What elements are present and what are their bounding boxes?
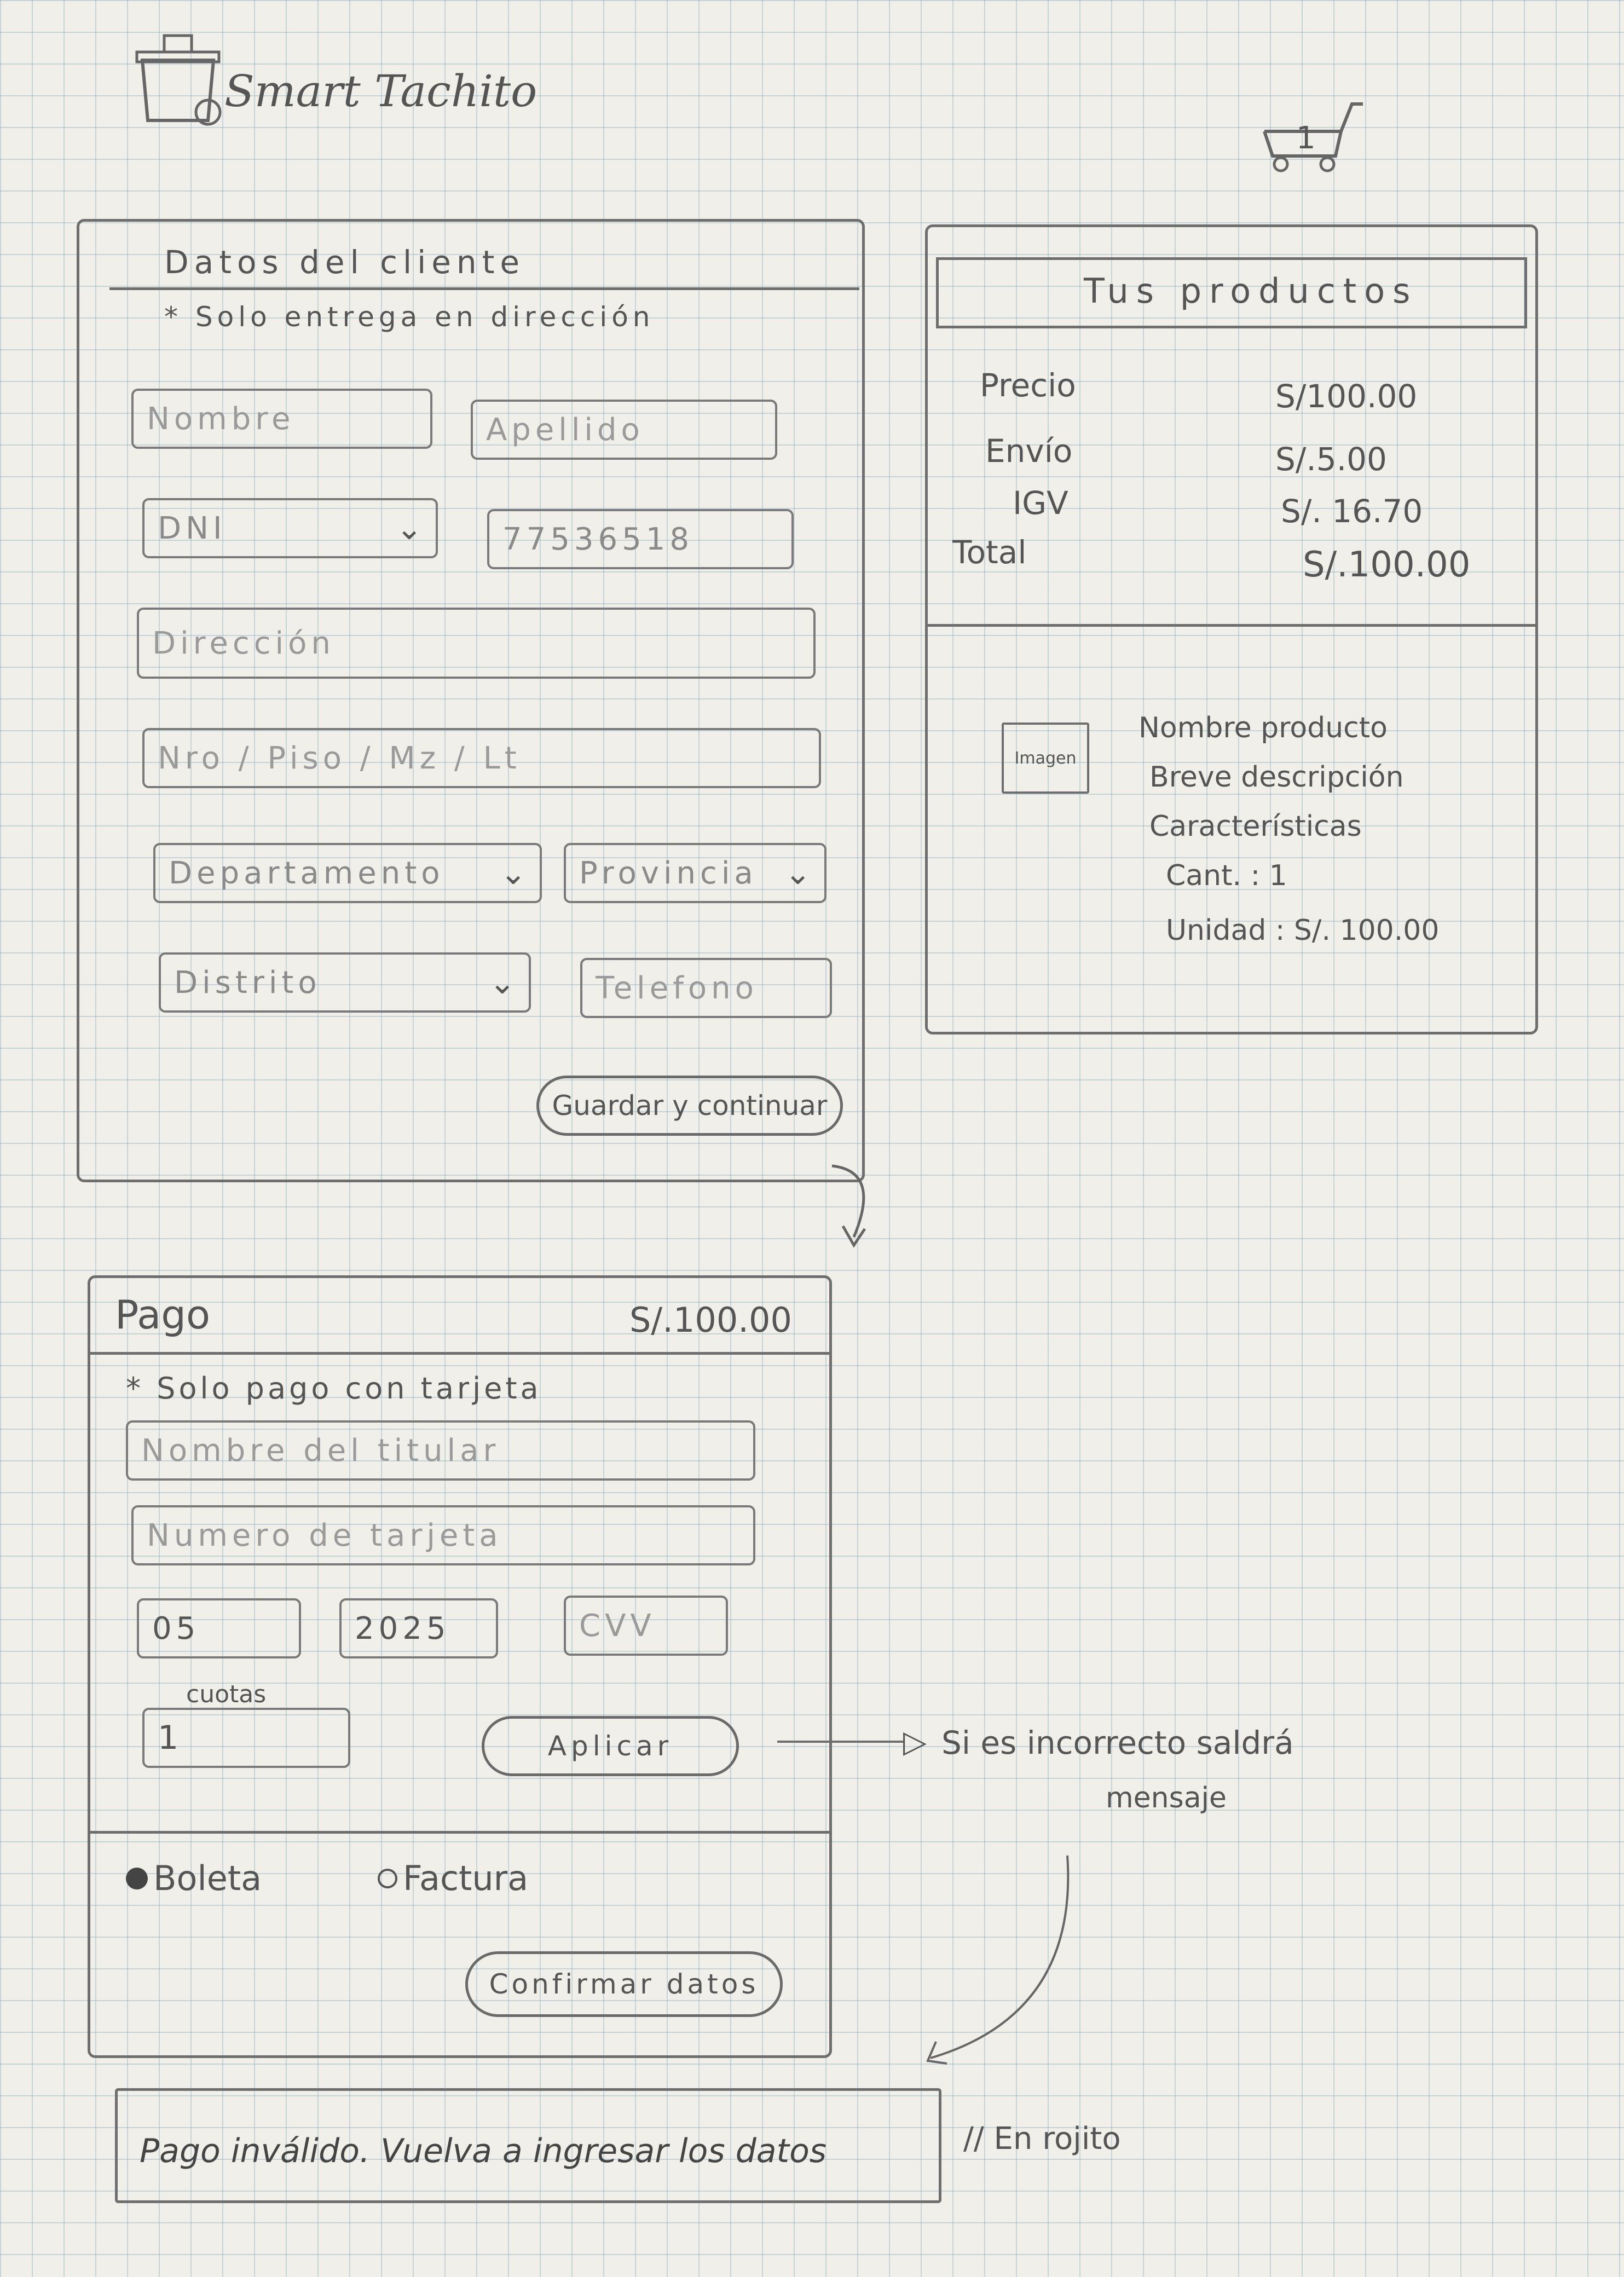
product-description: Breve descripción bbox=[1149, 761, 1404, 794]
error-message-box: Pago inválido. Vuelva a ingresar los dat… bbox=[115, 2088, 941, 2203]
app-header: Smart Tachito 1 bbox=[131, 27, 1533, 172]
document-type-select[interactable]: DNI ⌄ bbox=[142, 498, 438, 558]
card-number-input[interactable] bbox=[131, 1505, 755, 1565]
receipt-option-factura[interactable]: Factura bbox=[378, 1858, 528, 1898]
product-item[interactable]: Imagen Nombre producto Breve descripción… bbox=[1002, 712, 1527, 974]
province-select[interactable]: Provincia ⌄ bbox=[564, 843, 827, 903]
chevron-down-icon: ⌄ bbox=[396, 510, 423, 547]
address-detail-input[interactable] bbox=[142, 728, 821, 788]
document-number-input[interactable] bbox=[487, 509, 794, 569]
summary-value: S/.5.00 bbox=[1275, 441, 1387, 478]
product-name: Nombre producto bbox=[1138, 712, 1388, 744]
error-message: Pago inválido. Vuelva a ingresar los dat… bbox=[140, 2132, 827, 2170]
chevron-down-icon: ⌄ bbox=[500, 854, 527, 892]
address-input[interactable] bbox=[137, 608, 816, 679]
phone-input[interactable] bbox=[580, 958, 832, 1018]
client-section-title: Datos del cliente bbox=[164, 244, 525, 281]
receipt-option-boleta[interactable]: Boleta bbox=[126, 1858, 262, 1898]
last-name-input[interactable] bbox=[471, 400, 777, 460]
summary-value: S/. 16.70 bbox=[1281, 493, 1423, 530]
document-type-value: DNI bbox=[158, 510, 227, 546]
cvv-input[interactable] bbox=[564, 1596, 728, 1656]
payment-title: Pago bbox=[115, 1292, 211, 1338]
client-title-divider bbox=[109, 287, 859, 290]
error-color-note: // En rojito bbox=[963, 2121, 1121, 2157]
product-quantity: Cant. : 1 bbox=[1166, 859, 1287, 892]
apply-note-continued: mensaje bbox=[1106, 1782, 1227, 1814]
payment-title-divider bbox=[88, 1352, 832, 1355]
apply-note-arrow: ▷ bbox=[903, 1724, 927, 1760]
summary-value: S/100.00 bbox=[1275, 378, 1418, 415]
apply-note: Si es incorrecto saldrá bbox=[941, 1724, 1294, 1761]
card-only-note: * Solo pago con tarjeta bbox=[126, 1371, 542, 1406]
department-select[interactable]: Departamento ⌄ bbox=[153, 843, 542, 903]
product-features: Características bbox=[1149, 810, 1362, 843]
radio-selected-icon bbox=[126, 1867, 148, 1889]
installments-value: 1 bbox=[158, 1719, 183, 1757]
receipt-divider bbox=[88, 1831, 832, 1834]
product-unit-price: Unidad : S/. 100.00 bbox=[1166, 914, 1440, 947]
flow-arrow-icon bbox=[831, 1164, 866, 1248]
products-divider bbox=[925, 624, 1538, 627]
summary-label: IGV bbox=[1013, 484, 1068, 522]
radio-unselected-icon bbox=[378, 1868, 397, 1888]
receipt-option-label: Factura bbox=[403, 1858, 529, 1898]
trash-bin-logo-icon bbox=[135, 34, 222, 126]
cart-button[interactable]: 1 bbox=[1259, 93, 1368, 175]
installments-label: cuotas bbox=[186, 1680, 267, 1708]
first-name-input[interactable] bbox=[131, 389, 432, 449]
product-image: Imagen bbox=[1002, 723, 1089, 794]
summary-label: Total bbox=[952, 534, 1027, 571]
apply-note-connector bbox=[777, 1741, 903, 1743]
chevron-down-icon: ⌄ bbox=[489, 964, 516, 1001]
card-holder-input[interactable] bbox=[126, 1420, 755, 1481]
cart-count-badge: 1 bbox=[1296, 120, 1316, 156]
province-value: Provincia bbox=[579, 855, 758, 891]
brand-name[interactable]: Smart Tachito bbox=[224, 66, 537, 117]
expiry-month-input[interactable] bbox=[137, 1598, 301, 1658]
delivery-note: * Solo entrega en dirección bbox=[164, 301, 655, 333]
district-value: Distrito bbox=[174, 964, 321, 1001]
products-title: Tus productos bbox=[1084, 271, 1418, 311]
client-data-panel bbox=[77, 219, 865, 1182]
expiry-year-input[interactable] bbox=[339, 1598, 498, 1658]
summary-label: Precio bbox=[980, 367, 1076, 404]
confirm-data-button[interactable]: Confirmar datos bbox=[465, 1951, 783, 2017]
installments-input[interactable]: 1 bbox=[142, 1708, 350, 1768]
save-continue-button[interactable]: Guardar y continuar bbox=[536, 1076, 843, 1136]
payment-amount: S/.100.00 bbox=[629, 1300, 792, 1340]
chevron-down-icon: ⌄ bbox=[784, 854, 811, 892]
district-select[interactable]: Distrito ⌄ bbox=[159, 952, 531, 1013]
summary-total-value: S/.100.00 bbox=[1303, 545, 1471, 585]
product-image-label: Imagen bbox=[1014, 748, 1077, 768]
summary-label: Envío bbox=[985, 432, 1073, 470]
apply-button[interactable]: Aplicar bbox=[482, 1716, 739, 1776]
department-value: Departamento bbox=[169, 855, 444, 891]
error-flow-arrow-icon bbox=[926, 1855, 1070, 2065]
receipt-option-label: Boleta bbox=[153, 1858, 262, 1898]
